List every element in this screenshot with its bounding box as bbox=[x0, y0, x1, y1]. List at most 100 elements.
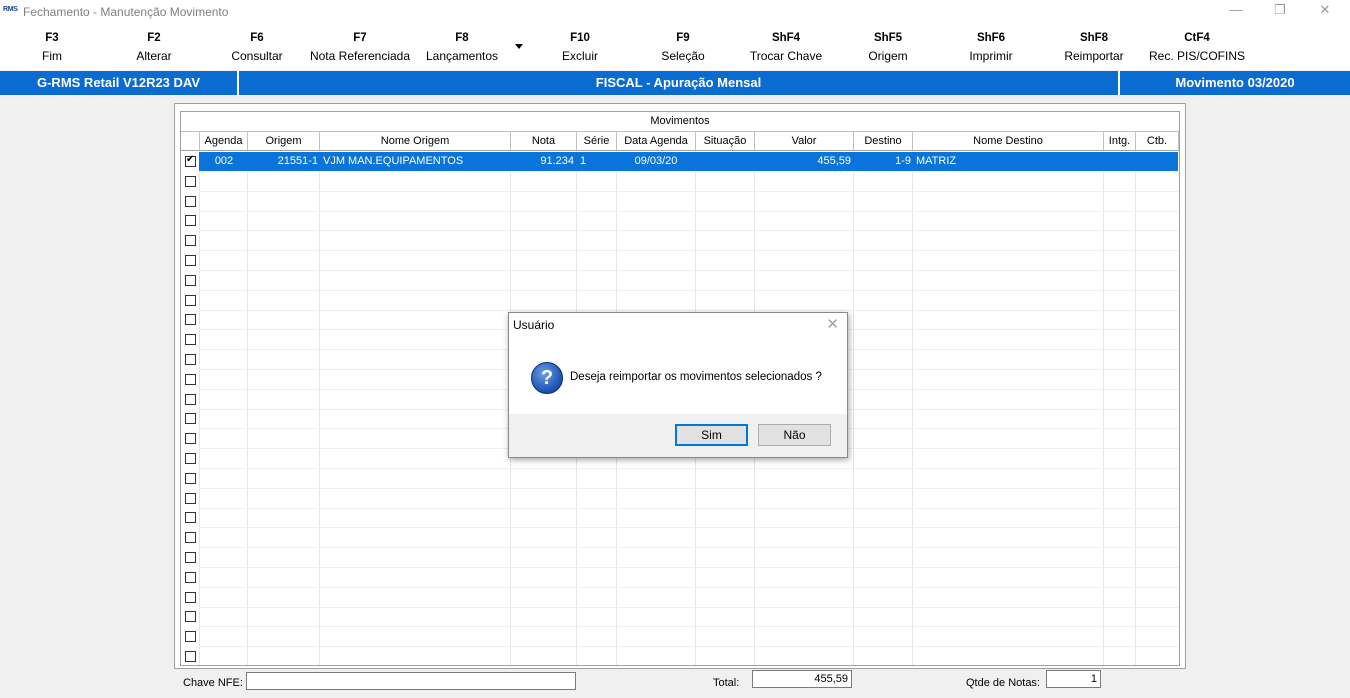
row-checkbox[interactable] bbox=[185, 374, 196, 385]
row-separator bbox=[199, 250, 1179, 251]
toolbar-imprimir-button[interactable]: ShF6 Imprimir bbox=[931, 30, 1051, 63]
column-header-valor[interactable]: Valor bbox=[755, 132, 854, 151]
toolbar-lancamentos-button[interactable]: F8 Lançamentos bbox=[402, 30, 522, 63]
cell-origem[interactable]: 21551-1 bbox=[248, 152, 319, 171]
cell-valor[interactable]: 455,59 bbox=[755, 152, 853, 171]
row-checkbox[interactable] bbox=[185, 196, 196, 207]
row-separator bbox=[199, 508, 1179, 509]
column-header-intg[interactable]: Intg. bbox=[1104, 132, 1136, 151]
chave-nfe-label: Chave NFE: bbox=[183, 677, 243, 689]
row-separator bbox=[199, 607, 1179, 608]
toolbar-label: Imprimir bbox=[969, 49, 1013, 63]
close-button[interactable]: ✕ bbox=[1302, 0, 1348, 22]
cell-destino[interactable]: 1-9 bbox=[854, 152, 912, 171]
cell-nome-origem[interactable]: VJM MAN.EQUIPAMENTOS bbox=[320, 152, 510, 171]
qtde-notas-label: Qtde de Notas: bbox=[966, 677, 1040, 689]
cell-agenda[interactable]: 002 bbox=[200, 152, 248, 171]
row-checkbox[interactable] bbox=[185, 592, 196, 603]
no-button[interactable]: Não bbox=[758, 424, 831, 446]
row-checkbox[interactable] bbox=[185, 255, 196, 266]
row-checkbox[interactable] bbox=[185, 354, 196, 365]
toolbar-label: Consultar bbox=[231, 49, 283, 63]
row-separator bbox=[199, 547, 1179, 548]
toolbar-key: F6 bbox=[250, 32, 264, 44]
row-separator bbox=[199, 310, 1179, 311]
dialog-title: Usuário bbox=[513, 318, 555, 332]
header-checkbox-column bbox=[181, 132, 200, 151]
column-header-situacao[interactable]: Situação bbox=[696, 132, 755, 151]
dialog-close-icon[interactable]: ✕ bbox=[826, 315, 839, 333]
minimize-button[interactable]: — bbox=[1213, 0, 1259, 22]
title-bar: RMS Fechamento - Manutenção Movimento — … bbox=[0, 0, 1350, 24]
cell-ctb[interactable] bbox=[1136, 152, 1178, 171]
column-header-nome-destino[interactable]: Nome Destino bbox=[913, 132, 1104, 151]
column-header-destino[interactable]: Destino bbox=[854, 132, 913, 151]
toolbar-consultar-button[interactable]: F6 Consultar bbox=[197, 30, 317, 63]
row-checkbox[interactable] bbox=[185, 572, 196, 583]
row-checkbox[interactable] bbox=[185, 334, 196, 345]
row-separator bbox=[199, 527, 1179, 528]
toolbar-reimportar-button[interactable]: ShF8 Reimportar bbox=[1034, 30, 1154, 63]
row-separator bbox=[199, 270, 1179, 271]
cell-serie[interactable]: 1 bbox=[577, 152, 616, 171]
question-icon: ? bbox=[531, 362, 563, 394]
yes-button[interactable]: Sim bbox=[675, 424, 748, 446]
row-separator bbox=[199, 468, 1179, 469]
row-checkbox[interactable] bbox=[185, 394, 196, 405]
chave-nfe-input[interactable] bbox=[246, 672, 576, 690]
row-checkbox[interactable] bbox=[185, 433, 196, 444]
toolbar-key: ShF8 bbox=[1079, 32, 1109, 44]
column-header-nota[interactable]: Nota bbox=[511, 132, 577, 151]
toolbar-label: Reimportar bbox=[1064, 49, 1124, 63]
product-name: G-RMS Retail V12R23 DAV bbox=[0, 71, 237, 95]
restore-button[interactable]: ❐ bbox=[1257, 0, 1303, 22]
row-checkbox[interactable] bbox=[185, 552, 196, 563]
row-checkbox[interactable] bbox=[185, 176, 196, 187]
cell-data-agenda[interactable]: 09/03/20 bbox=[617, 152, 695, 171]
column-header-data-agenda[interactable]: Data Agenda bbox=[617, 132, 696, 151]
module-name: FISCAL - Apuração Mensal bbox=[239, 71, 1118, 95]
row-checkbox[interactable] bbox=[185, 512, 196, 523]
column-header-serie[interactable]: Série bbox=[577, 132, 617, 151]
row-checkbox[interactable] bbox=[185, 611, 196, 622]
row-checkbox-checked[interactable] bbox=[185, 154, 196, 167]
toolbar-label: Seleção bbox=[661, 49, 705, 63]
row-separator bbox=[199, 626, 1179, 627]
cell-situacao[interactable] bbox=[696, 152, 754, 171]
row-checkbox[interactable] bbox=[185, 235, 196, 246]
row-checkbox[interactable] bbox=[185, 453, 196, 464]
row-checkbox[interactable] bbox=[185, 651, 196, 662]
row-separator bbox=[199, 567, 1179, 568]
toolbar-excluir-button[interactable]: F10 Excluir bbox=[520, 30, 640, 63]
column-header-agenda[interactable]: Agenda bbox=[200, 132, 248, 151]
toolbar-key: ShF5 bbox=[873, 32, 903, 44]
row-checkbox[interactable] bbox=[185, 631, 196, 642]
window-title: Fechamento - Manutenção Movimento bbox=[23, 5, 229, 19]
row-separator bbox=[199, 211, 1179, 212]
row-checkbox[interactable] bbox=[185, 295, 196, 306]
row-checkbox[interactable] bbox=[185, 473, 196, 484]
toolbar-rec-pis-cofins-button[interactable]: CtF4 Rec. PIS/COFINS bbox=[1137, 30, 1257, 63]
cell-nota[interactable]: 91.234 bbox=[511, 152, 576, 171]
toolbar-label: Alterar bbox=[136, 49, 172, 63]
row-checkbox[interactable] bbox=[185, 314, 196, 325]
cell-intg[interactable] bbox=[1104, 152, 1135, 171]
row-checkbox[interactable] bbox=[185, 215, 196, 226]
column-header-origem[interactable]: Origem bbox=[248, 132, 320, 151]
grid-title: Movimentos bbox=[181, 112, 1179, 132]
cell-nome-destino[interactable]: MATRIZ bbox=[913, 152, 1103, 171]
row-checkbox[interactable] bbox=[185, 532, 196, 543]
column-header-nome-origem[interactable]: Nome Origem bbox=[320, 132, 511, 151]
status-bar: G-RMS Retail V12R23 DAV FISCAL - Apuraçã… bbox=[0, 71, 1350, 95]
toolbar-selecao-button[interactable]: F9 Seleção bbox=[623, 30, 743, 63]
column-header-ctb[interactable]: Ctb. bbox=[1136, 132, 1179, 151]
row-checkbox[interactable] bbox=[185, 413, 196, 424]
row-separator bbox=[199, 488, 1179, 489]
row-checkbox[interactable] bbox=[185, 493, 196, 504]
app-logo: RMS bbox=[3, 6, 18, 13]
toolbar-key: CtF4 bbox=[1184, 32, 1210, 44]
row-separator bbox=[199, 230, 1179, 231]
toolbar-origem-button[interactable]: ShF5 Origem bbox=[828, 30, 948, 63]
row-checkbox[interactable] bbox=[185, 275, 196, 286]
toolbar-alterar-button[interactable]: F2 Alterar bbox=[94, 30, 214, 63]
